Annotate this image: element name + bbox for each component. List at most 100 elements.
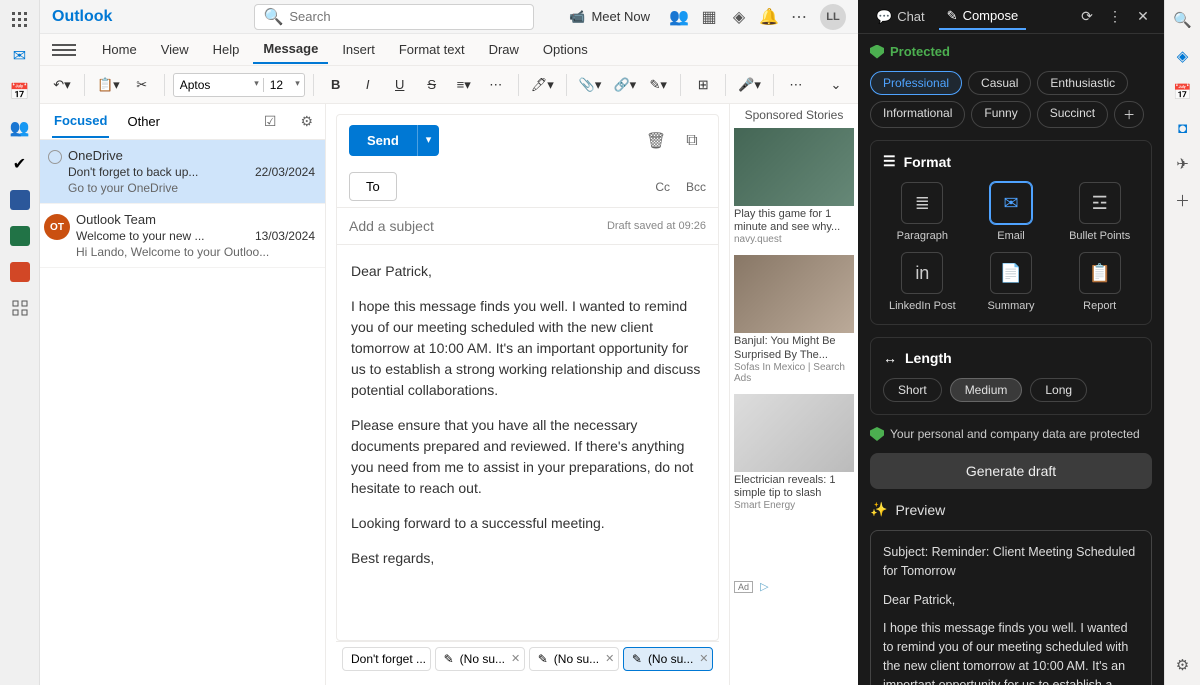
tab-options[interactable]: Options bbox=[533, 36, 598, 63]
tone-chip-professional[interactable]: Professional bbox=[870, 71, 962, 95]
close-icon[interactable]: ✕ bbox=[511, 652, 520, 665]
refresh-icon[interactable]: ⟳ bbox=[1076, 6, 1098, 28]
tab-help[interactable]: Help bbox=[203, 36, 250, 63]
select-all-icon[interactable]: ☑ bbox=[264, 113, 277, 130]
mail-icon[interactable]: ✉ bbox=[10, 46, 30, 66]
underline-button[interactable]: U bbox=[386, 71, 414, 99]
search-icon[interactable]: 🔍 bbox=[1173, 10, 1193, 30]
tab-draw[interactable]: Draw bbox=[479, 36, 529, 63]
draft-tab[interactable]: ✎(No su...✕ bbox=[623, 647, 713, 671]
more-apps-icon[interactable] bbox=[10, 298, 30, 318]
more-icon[interactable]: ⋮ bbox=[1104, 6, 1126, 28]
word-icon[interactable] bbox=[10, 190, 30, 210]
highlight-button[interactable]: 🖊▾ bbox=[527, 71, 558, 99]
teams-rail-icon[interactable]: ✈ bbox=[1173, 154, 1193, 174]
cc-button[interactable]: Cc bbox=[655, 180, 670, 194]
cut-button[interactable]: ✂ bbox=[128, 71, 156, 99]
format-email[interactable]: ✉Email bbox=[972, 182, 1051, 242]
notifications-icon[interactable]: 🔔 bbox=[760, 8, 778, 26]
tab-focused[interactable]: Focused bbox=[52, 105, 109, 138]
more-format-button[interactable]: ⋯ bbox=[482, 71, 510, 99]
hamburger-button[interactable] bbox=[52, 38, 76, 62]
tone-chip-casual[interactable]: Casual bbox=[968, 71, 1031, 95]
generate-draft-button[interactable]: Generate draft bbox=[870, 453, 1152, 489]
tone-chip-enthusiastic[interactable]: Enthusiastic bbox=[1037, 71, 1128, 95]
add-rail-icon[interactable]: ＋ bbox=[1173, 190, 1193, 210]
avatar[interactable]: LL bbox=[820, 4, 846, 30]
bold-button[interactable]: B bbox=[322, 71, 350, 99]
tone-chip-add[interactable]: ＋ bbox=[1114, 101, 1144, 128]
paste-button[interactable]: 📋▾ bbox=[93, 71, 124, 99]
outlook-rail-icon[interactable]: ◘ bbox=[1173, 118, 1193, 138]
more-toolbar-button[interactable]: ⋯ bbox=[782, 71, 810, 99]
close-icon[interactable]: ✕ bbox=[605, 652, 614, 665]
length-medium[interactable]: Medium bbox=[950, 378, 1023, 402]
message-item[interactable]: OT Outlook Team Welcome to your new ... … bbox=[40, 204, 325, 268]
meet-now-button[interactable]: 📹 Meet Now bbox=[561, 5, 658, 29]
settings-icon[interactable]: ⚙ bbox=[1173, 655, 1193, 675]
tab-home[interactable]: Home bbox=[92, 36, 147, 63]
popout-button[interactable]: ⧉ bbox=[678, 127, 706, 155]
send-options-button[interactable]: ▾ bbox=[417, 125, 440, 156]
italic-button[interactable]: I bbox=[354, 71, 382, 99]
tone-chip-funny[interactable]: Funny bbox=[971, 101, 1030, 128]
tab-view[interactable]: View bbox=[151, 36, 199, 63]
app-launcher-icon[interactable] bbox=[10, 10, 30, 30]
sponsored-ad[interactable]: Electrician reveals: 1 simple tip to sla… bbox=[734, 394, 854, 511]
tone-chip-succinct[interactable]: Succinct bbox=[1037, 101, 1108, 128]
subject-input[interactable] bbox=[349, 218, 607, 234]
copilot-tab-compose[interactable]: ✎Compose bbox=[939, 4, 1027, 30]
tab-other[interactable]: Other bbox=[125, 106, 162, 137]
send-button[interactable]: Send bbox=[349, 125, 417, 156]
filter-icon[interactable]: ⚙ bbox=[300, 113, 313, 130]
copilot-tab-chat[interactable]: 💬Chat bbox=[868, 5, 933, 29]
align-button[interactable]: ≡▾ bbox=[450, 71, 478, 99]
message-checkbox[interactable] bbox=[48, 150, 62, 164]
copilot-icon[interactable]: ◈ bbox=[1173, 46, 1193, 66]
bcc-button[interactable]: Bcc bbox=[686, 180, 706, 194]
message-item[interactable]: OneDrive Don't forget to back up... 22/0… bbox=[40, 140, 325, 204]
people-icon[interactable]: 👥 bbox=[10, 118, 30, 138]
font-family-select[interactable]: Aptos 12 bbox=[173, 73, 305, 97]
collapse-ribbon-button[interactable]: ⌄ bbox=[822, 71, 850, 99]
draft-tab[interactable]: ✎(No su...✕ bbox=[435, 647, 525, 671]
excel-icon[interactable] bbox=[10, 226, 30, 246]
todo-icon[interactable]: ✔ bbox=[10, 154, 30, 174]
insights-icon[interactable]: ◈ bbox=[730, 8, 748, 26]
grid-icon[interactable]: ▦ bbox=[700, 8, 718, 26]
search-input[interactable] bbox=[289, 9, 525, 24]
more-icon[interactable]: ⋯ bbox=[790, 8, 808, 26]
tab-message[interactable]: Message bbox=[253, 35, 328, 64]
font-size-select[interactable]: 12 bbox=[264, 78, 304, 92]
sponsored-ad[interactable]: Banjul: You Might Be Surprised By The...… bbox=[734, 255, 854, 383]
tab-format-text[interactable]: Format text bbox=[389, 36, 475, 63]
tab-insert[interactable]: Insert bbox=[332, 36, 385, 63]
format-linkedin[interactable]: inLinkedIn Post bbox=[883, 252, 962, 312]
undo-button[interactable]: ↶▾ bbox=[48, 71, 76, 99]
signature-button[interactable]: ✎▾ bbox=[644, 71, 672, 99]
email-body[interactable]: Dear Patrick, I hope this message finds … bbox=[337, 245, 718, 640]
close-icon[interactable]: ✕ bbox=[1132, 6, 1154, 28]
to-input[interactable] bbox=[407, 179, 640, 194]
length-long[interactable]: Long bbox=[1030, 378, 1087, 402]
ad-choices-icon[interactable]: ▷ bbox=[760, 581, 768, 593]
calendar-icon[interactable]: 📅 bbox=[10, 82, 30, 102]
delete-draft-button[interactable]: 🗑 bbox=[642, 127, 670, 155]
format-bullets[interactable]: ☲Bullet Points bbox=[1060, 182, 1139, 242]
powerpoint-icon[interactable] bbox=[10, 262, 30, 282]
attach-button[interactable]: 📎▾ bbox=[575, 71, 606, 99]
link-button[interactable]: 🔗▾ bbox=[609, 71, 640, 99]
sponsored-ad[interactable]: Play this game for 1 minute and see why.… bbox=[734, 128, 854, 245]
dictate-button[interactable]: 🎤▾ bbox=[734, 71, 765, 99]
strike-button[interactable]: S bbox=[418, 71, 446, 99]
table-button[interactable]: ⊞ bbox=[689, 71, 717, 99]
format-summary[interactable]: 📄Summary bbox=[972, 252, 1051, 312]
teams-icon[interactable]: 👥 bbox=[670, 8, 688, 26]
format-report[interactable]: 📋Report bbox=[1060, 252, 1139, 312]
draft-tab[interactable]: Don't forget ... bbox=[342, 647, 431, 671]
draft-tab[interactable]: ✎(No su...✕ bbox=[529, 647, 619, 671]
calendar-rail-icon[interactable]: 📅 bbox=[1173, 82, 1193, 102]
to-button[interactable]: To bbox=[349, 172, 397, 201]
length-short[interactable]: Short bbox=[883, 378, 942, 402]
format-paragraph[interactable]: ≣Paragraph bbox=[883, 182, 962, 242]
